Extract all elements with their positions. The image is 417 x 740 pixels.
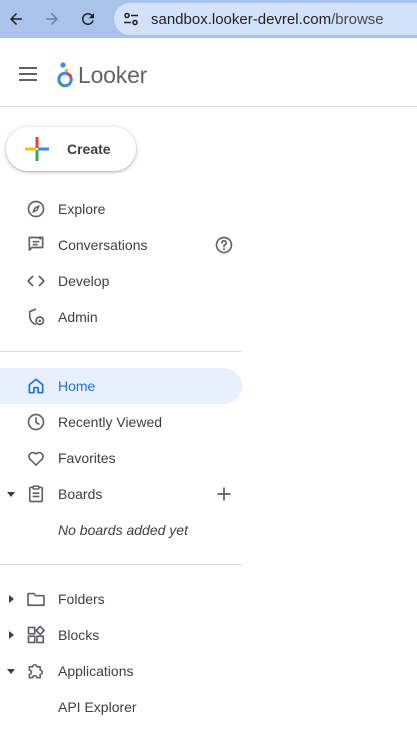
create-button-label: Create — [67, 141, 111, 157]
boards-empty-message: No boards added yet — [58, 522, 188, 538]
caret-down-icon[interactable] — [6, 489, 16, 499]
nav-label-recently-viewed: Recently Viewed — [58, 414, 163, 430]
heart-icon — [24, 446, 48, 470]
folder-icon — [24, 587, 48, 611]
nav-label-admin: Admin — [58, 309, 98, 325]
nav-label-folders: Folders — [58, 591, 105, 607]
reload-icon — [81, 12, 94, 25]
app-header: Looker — [0, 38, 417, 107]
url-host: sandbox.looker-devrel.com — [151, 11, 332, 28]
nav-item-admin[interactable]: Admin — [0, 299, 242, 335]
forward-icon — [46, 13, 58, 25]
conversations-icon — [24, 233, 48, 257]
reload-button[interactable] — [76, 7, 100, 31]
nav-item-develop[interactable]: Develop — [0, 263, 242, 299]
caret-right-icon[interactable] — [6, 630, 16, 640]
nav-label-favorites: Favorites — [58, 450, 116, 466]
caret-right-icon[interactable] — [6, 594, 16, 604]
nav-label-develop: Develop — [58, 273, 110, 289]
clock-icon — [24, 410, 48, 434]
nav-label-blocks: Blocks — [58, 627, 100, 643]
multicolor-plus-icon — [25, 137, 49, 161]
nav-item-folders[interactable]: Folders — [0, 581, 242, 617]
create-button[interactable]: Create — [6, 127, 136, 171]
add-icon[interactable] — [213, 483, 235, 505]
address-bar[interactable]: sandbox.looker-devrel.com/browse — [114, 3, 417, 35]
hamburger-menu-icon — [19, 67, 37, 81]
clipboard-icon — [24, 482, 48, 506]
main-menu-button[interactable] — [16, 62, 40, 86]
code-icon — [24, 269, 48, 293]
nav-divider — [0, 351, 242, 352]
home-icon — [24, 374, 48, 398]
compass-icon — [24, 197, 48, 221]
url-path: /browse — [331, 11, 384, 28]
caret-down-icon[interactable] — [6, 666, 16, 676]
back-icon — [10, 13, 22, 25]
nav-item-favorites[interactable]: Favorites — [0, 440, 242, 476]
nav-item-home[interactable]: Home — [0, 368, 242, 404]
nav-label-conversations: Conversations — [58, 237, 148, 253]
admin-gear-icon — [24, 305, 48, 329]
nav-item-api-explorer[interactable]: API Explorer — [0, 689, 242, 725]
forward-button[interactable] — [40, 7, 64, 31]
looker-logo[interactable]: Looker — [55, 61, 147, 89]
nav-label-applications: Applications — [58, 663, 134, 679]
back-button[interactable] — [4, 7, 28, 31]
nav-item-recently-viewed[interactable]: Recently Viewed — [0, 404, 242, 440]
nav-label-api-explorer: API Explorer — [58, 699, 137, 715]
nav-label-boards: Boards — [58, 486, 103, 502]
site-info-icon[interactable] — [122, 10, 140, 28]
nav-item-conversations[interactable]: Conversations — [0, 227, 242, 263]
nav-item-boards[interactable]: Boards — [0, 476, 242, 512]
url-text[interactable]: sandbox.looker-devrel.com/browse — [151, 11, 384, 28]
brand-name: Looker — [78, 61, 148, 88]
nav-divider-2 — [0, 564, 242, 565]
nav-label-explore: Explore — [58, 201, 106, 217]
nav-item-applications[interactable]: Applications — [0, 653, 242, 689]
browser-toolbar: sandbox.looker-devrel.com/browse — [0, 0, 417, 38]
nav-item-blocks[interactable]: Blocks — [0, 617, 242, 653]
looker-logo-icon — [57, 62, 73, 88]
blocks-icon — [24, 623, 48, 647]
nav-item-explore[interactable]: Explore — [0, 191, 242, 227]
nav-label-home: Home — [58, 378, 96, 394]
help-icon[interactable] — [213, 234, 235, 256]
puzzle-icon — [24, 659, 48, 683]
